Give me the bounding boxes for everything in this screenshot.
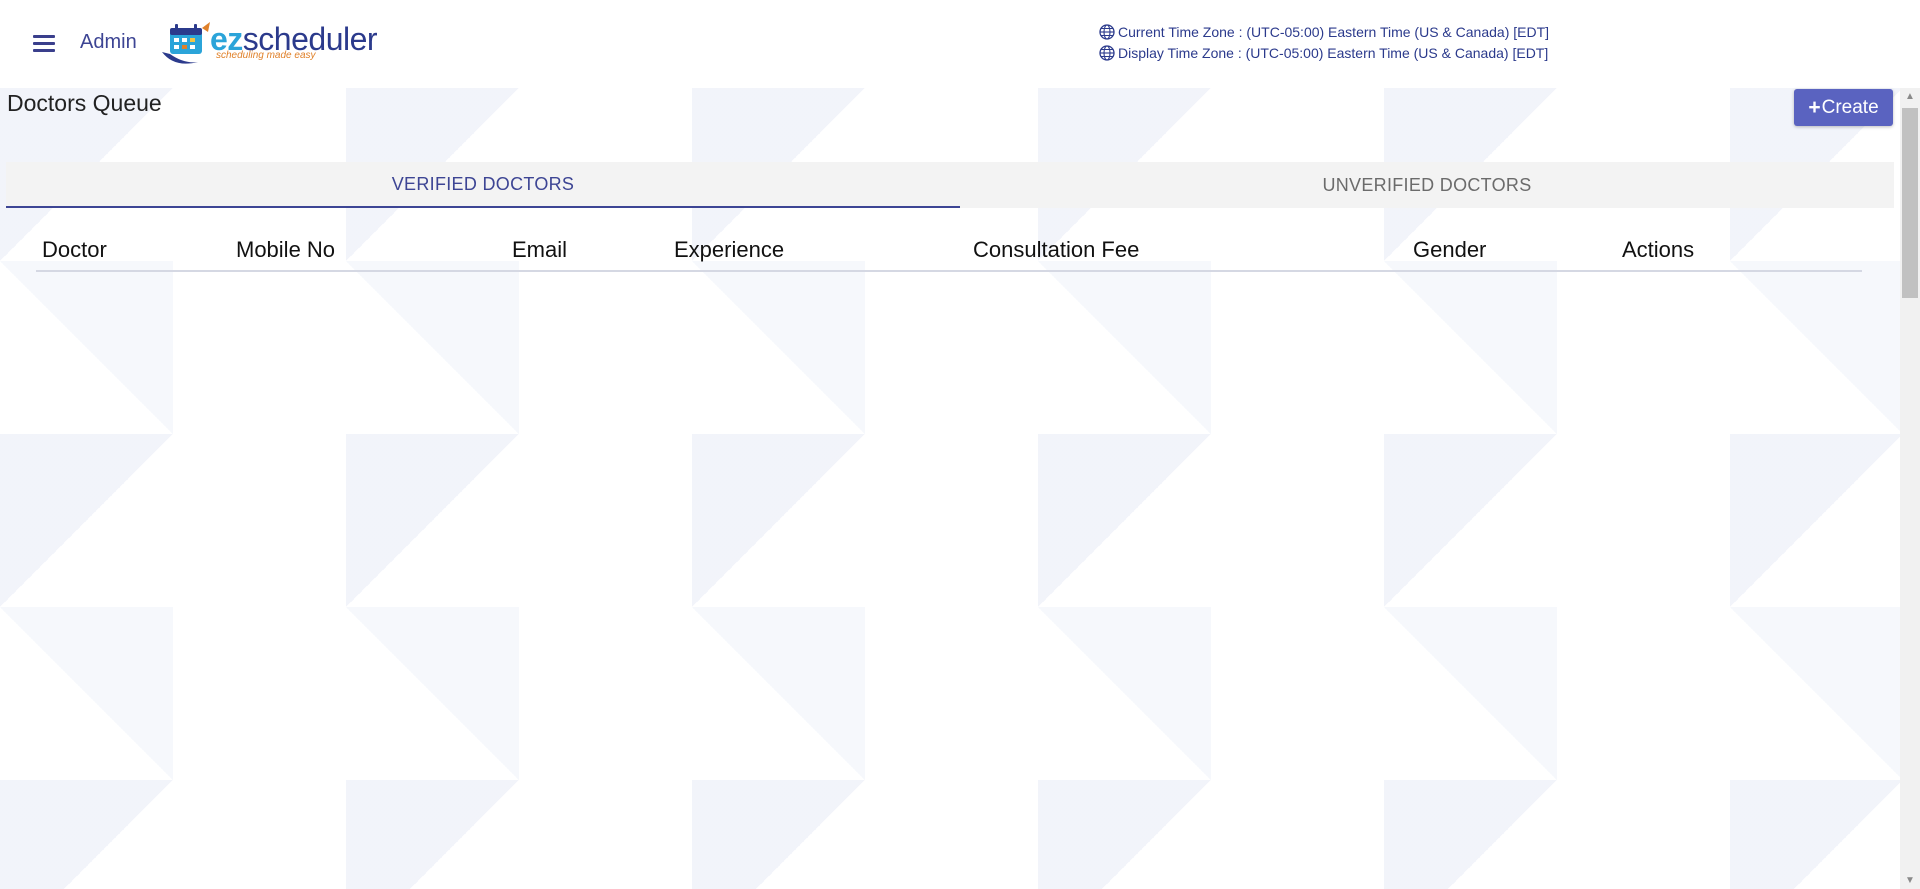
plus-icon: + — [1808, 95, 1821, 119]
create-button-label: Create — [1821, 96, 1879, 118]
user-role-label: Admin — [80, 31, 137, 53]
globe-icon — [1099, 45, 1115, 61]
page-title: Doctors Queue — [7, 90, 162, 116]
tab-verified-doctors[interactable]: VERIFIED DOCTORS — [6, 162, 960, 208]
app-logo[interactable]: ezscheduler scheduling made easy — [158, 18, 378, 68]
column-header-doctor[interactable]: Doctor — [42, 237, 107, 263]
column-header-mobile-no[interactable]: Mobile No — [236, 237, 335, 263]
column-header-email[interactable]: Email — [512, 237, 567, 263]
column-header-gender[interactable]: Gender — [1413, 237, 1486, 263]
calendar-logo-icon — [162, 22, 210, 64]
display-time-zone[interactable]: Display Time Zone : (UTC-05:00) Eastern … — [1099, 45, 1548, 61]
main-content: Doctors Queue + Create VERIFIED DOCTORS … — [0, 88, 1900, 889]
current-time-zone-text: Current Time Zone : (UTC-05:00) Eastern … — [1118, 24, 1550, 40]
column-header-consultation-fee[interactable]: Consultation Fee — [973, 237, 1139, 263]
current-time-zone: Current Time Zone : (UTC-05:00) Eastern … — [1099, 24, 1549, 40]
page-scrollbar[interactable]: ▲ ▼ — [1900, 88, 1920, 889]
table-header: Doctor Mobile No Email Experience Consul… — [36, 228, 1862, 272]
doctor-tabs: VERIFIED DOCTORS UNVERIFIED DOCTORS — [6, 162, 1894, 208]
column-header-actions: Actions — [1622, 237, 1695, 262]
scroll-thumb[interactable] — [1902, 108, 1918, 298]
tab-unverified-doctors[interactable]: UNVERIFIED DOCTORS — [960, 162, 1894, 208]
globe-icon — [1099, 24, 1115, 40]
column-header-experience[interactable]: Experience — [674, 237, 784, 263]
scroll-down-arrow-icon[interactable]: ▼ — [1900, 872, 1920, 889]
top-header: Admin ezscheduler scheduling made easy C… — [0, 0, 1920, 88]
menu-icon[interactable] — [30, 30, 58, 56]
display-time-zone-text: Display Time Zone : (UTC-05:00) Eastern … — [1118, 45, 1549, 61]
create-button[interactable]: + Create — [1794, 89, 1893, 126]
logo-tagline: scheduling made easy — [216, 50, 316, 61]
scroll-up-arrow-icon[interactable]: ▲ — [1900, 88, 1920, 105]
